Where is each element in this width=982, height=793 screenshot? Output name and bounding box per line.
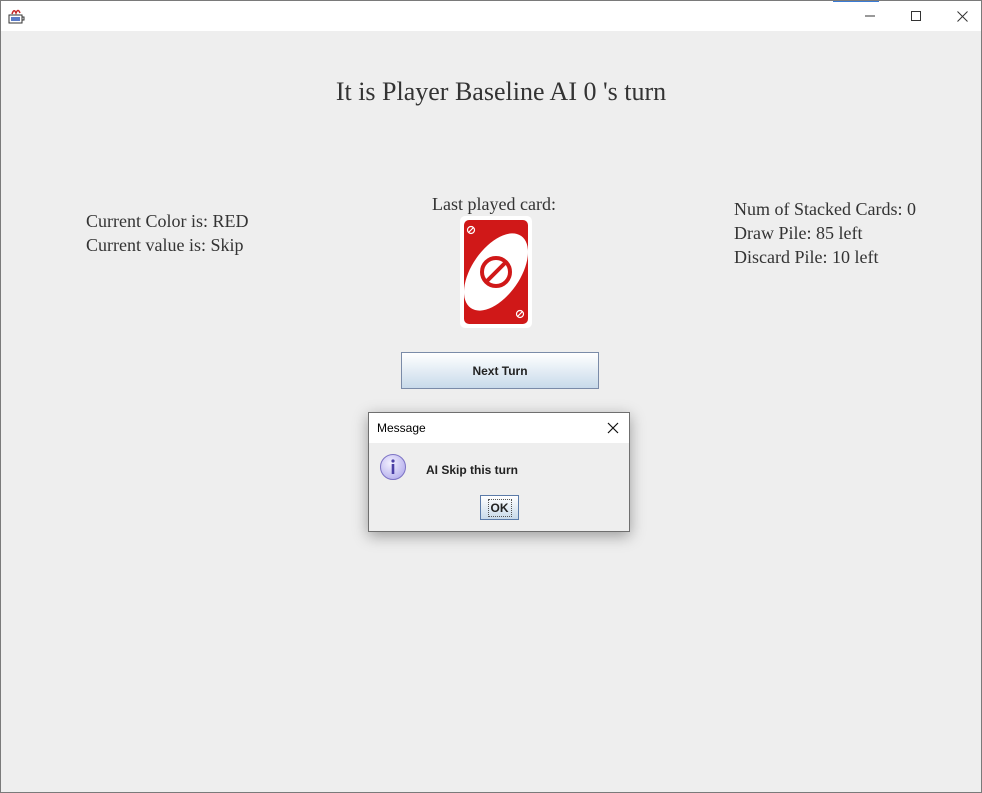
info-icon bbox=[380, 454, 406, 480]
minimize-icon bbox=[865, 15, 875, 17]
dialog-titlebar: Message bbox=[369, 413, 629, 443]
java-cup-icon bbox=[8, 9, 25, 24]
last-played-card bbox=[460, 216, 532, 328]
dialog-close-button[interactable] bbox=[603, 418, 623, 438]
window-titlebar bbox=[1, 1, 981, 31]
message-dialog: Message AI Skip this turn OK bbox=[368, 412, 630, 532]
maximize-icon bbox=[911, 11, 921, 21]
current-color-label: Current Color is: RED bbox=[86, 211, 249, 231]
draw-pile-label: Draw Pile: 85 left bbox=[734, 223, 863, 243]
dialog-message: AI Skip this turn bbox=[426, 463, 519, 477]
game-window: It is Player Baseline AI 0 's turn Curre… bbox=[0, 0, 982, 793]
close-icon bbox=[607, 422, 619, 434]
last-played-label: Last played card: bbox=[432, 194, 556, 214]
close-button[interactable] bbox=[939, 1, 982, 31]
close-icon bbox=[956, 10, 968, 22]
ok-label: OK bbox=[487, 498, 512, 517]
skip-card-image bbox=[464, 220, 528, 324]
ok-button[interactable]: OK bbox=[480, 495, 519, 520]
current-value-label: Current value is: Skip bbox=[86, 235, 244, 255]
stacked-cards-label: Num of Stacked Cards: 0 bbox=[734, 199, 916, 219]
minimize-button[interactable] bbox=[847, 1, 893, 31]
maximize-button[interactable] bbox=[893, 1, 939, 31]
dialog-title: Message bbox=[377, 421, 426, 435]
next-turn-button[interactable]: Next Turn bbox=[401, 352, 599, 389]
discard-pile-label: Discard Pile: 10 left bbox=[734, 247, 879, 267]
turn-title: It is Player Baseline AI 0 's turn bbox=[335, 77, 667, 106]
next-turn-label: Next Turn bbox=[472, 363, 528, 378]
